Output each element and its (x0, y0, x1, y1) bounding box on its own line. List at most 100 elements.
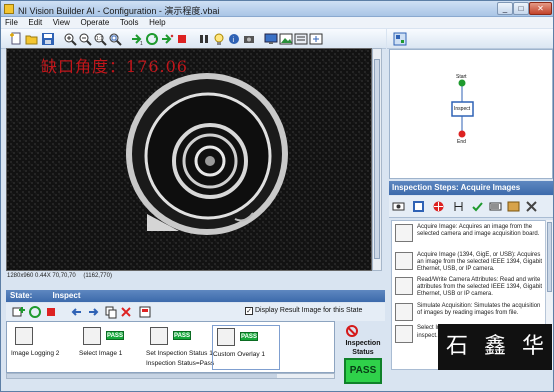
svg-text:1: 1 (140, 41, 143, 46)
stop-step-icon[interactable] (44, 305, 58, 319)
svg-text:1:1: 1:1 (96, 36, 103, 42)
tools-tab-icon[interactable] (525, 200, 538, 213)
cursor-position-info: (1162,770) (83, 273, 112, 279)
info-icon[interactable]: i (227, 32, 241, 46)
simulate-acquisition-icon (395, 303, 413, 321)
step-category-tabs (389, 196, 553, 218)
inspect-label: Inspect (454, 106, 471, 112)
step-icon[interactable] (160, 32, 174, 46)
run-once-icon[interactable]: 1 (130, 32, 144, 46)
custom-overlay-icon (217, 328, 235, 346)
result-icon[interactable] (138, 305, 152, 319)
step-select-image[interactable]: PASS Select Image 1 (79, 325, 143, 370)
check-tab-icon[interactable] (471, 200, 484, 213)
inspection-status-label: Inspection Status (345, 340, 381, 356)
menu-tools[interactable]: Tools (116, 17, 143, 28)
state-flowchart (451, 79, 474, 138)
menu-bar: File Edit View Operate Tools Help (1, 17, 553, 28)
copy-icon[interactable] (104, 305, 118, 319)
step-label: Image Logging 2 (11, 350, 60, 357)
maximize-button[interactable]: □ (513, 2, 529, 15)
zoom-fit-icon[interactable]: 1:1 (93, 32, 107, 46)
inspection-steps-header: Inspection Steps: Acquire Images (389, 181, 553, 195)
step-sublabel: Inspection Status=Pass (146, 360, 215, 367)
menu-view[interactable]: View (49, 17, 74, 28)
watermark-logo: 石 鑫 华 (438, 324, 552, 370)
image-vertical-scrollbar[interactable] (372, 48, 382, 271)
menu-file[interactable]: File (1, 17, 22, 28)
save-icon[interactable] (41, 32, 55, 46)
watermark-char: 鑫 (483, 334, 506, 359)
communicate-tab-icon[interactable] (507, 200, 520, 213)
move-right-icon[interactable] (86, 305, 100, 319)
step-description: Simulate Acquisition: Simulates the acqu… (417, 303, 541, 316)
select-image-icon (83, 327, 101, 345)
zoom-region-icon[interactable] (108, 32, 122, 46)
menu-help[interactable]: Help (145, 17, 169, 28)
state-value: Inspect (52, 291, 81, 300)
acquire-1394-icon (395, 252, 413, 270)
zoom-out-icon[interactable] (78, 32, 92, 46)
settings-icon[interactable] (294, 32, 308, 46)
overlay-angle-text: 缺口角度：176.06 (41, 57, 188, 76)
step-label: Set Inspection Status 1 (146, 350, 213, 357)
expand-icon[interactable] (309, 32, 323, 46)
step-status-badge: PASS (240, 332, 258, 341)
minimize-button[interactable]: _ (497, 2, 513, 15)
window-title: NI Vision Builder AI - Configuration - 演… (18, 6, 220, 16)
image-display[interactable]: 缺口角度：176.06 (6, 48, 372, 271)
enhance-tab-icon[interactable] (412, 200, 425, 213)
inspection-image (7, 49, 371, 270)
start-node-icon (458, 79, 466, 87)
display-icon[interactable] (264, 32, 278, 46)
list-item[interactable]: Read/Write Camera Attributes: Read and w… (395, 277, 545, 302)
bulb-icon[interactable] (212, 32, 226, 46)
step-label: Select Image 1 (79, 350, 123, 357)
end-node-icon (458, 130, 466, 138)
step-description: Read/Write Camera Attributes: Read and w… (417, 277, 543, 297)
image-logging-icon (15, 327, 33, 345)
close-button[interactable]: ✕ (529, 2, 552, 15)
menu-operate[interactable]: Operate (76, 17, 113, 28)
run-step-icon[interactable] (28, 305, 42, 319)
camera-icon[interactable] (242, 32, 256, 46)
traffic-light-icon (150, 327, 168, 345)
main-window: NI Vision Builder AI - Configuration - 演… (0, 0, 554, 392)
image-info: 1280x960 0.44X 70,70,70 (1162,770) (7, 273, 118, 279)
steps-horizontal-scrollbar[interactable] (6, 373, 335, 379)
move-left-icon[interactable] (70, 305, 84, 319)
step-description: Acquire Image (1394, GigE, or USB): Acqu… (417, 252, 543, 272)
no-entry-icon (346, 325, 358, 337)
pause-icon[interactable] (197, 32, 211, 46)
add-step-icon[interactable] (12, 305, 26, 319)
step-custom-overlay[interactable]: PASS Custom Overlay 1 (212, 325, 280, 370)
display-result-checkbox[interactable]: ✓ (245, 307, 253, 315)
watermark-char: 石 (445, 334, 468, 359)
app-icon (4, 4, 14, 14)
right-toolbar (387, 29, 553, 49)
title-bar: NI Vision Builder AI - Configuration - 演… (1, 1, 553, 17)
image-icon[interactable] (279, 32, 293, 46)
list-item[interactable]: Acquire Image: Acquires an image from th… (395, 224, 545, 252)
acquire-image-icon (395, 224, 413, 242)
delete-icon[interactable] (119, 305, 133, 319)
menu-edit[interactable]: Edit (24, 17, 46, 28)
stop-icon[interactable] (175, 32, 189, 46)
measure-tab-icon[interactable] (452, 200, 465, 213)
list-item[interactable]: Simulate Acquisition: Simulates the acqu… (395, 303, 545, 325)
step-status-badge: PASS (106, 331, 124, 340)
open-icon[interactable] (25, 32, 39, 46)
list-item[interactable]: Acquire Image (1394, GigE, or USB): Acqu… (395, 252, 545, 277)
step-image-logging[interactable]: Image Logging 2 (11, 325, 75, 370)
layout-icon[interactable] (393, 32, 407, 46)
run-continuous-icon[interactable] (145, 32, 159, 46)
acquire-images-tab-icon[interactable] (392, 200, 405, 213)
step-set-inspection-status[interactable]: PASS Set Inspection Status 1 Inspection … (146, 325, 214, 370)
locate-tab-icon[interactable] (432, 200, 445, 213)
new-icon[interactable] (9, 32, 23, 46)
identify-tab-icon[interactable] (489, 200, 502, 213)
state-label: State: (10, 291, 33, 300)
main-toolbar: 1:1 1 i (1, 29, 386, 49)
camera-attributes-icon (395, 277, 413, 295)
zoom-in-icon[interactable] (63, 32, 77, 46)
